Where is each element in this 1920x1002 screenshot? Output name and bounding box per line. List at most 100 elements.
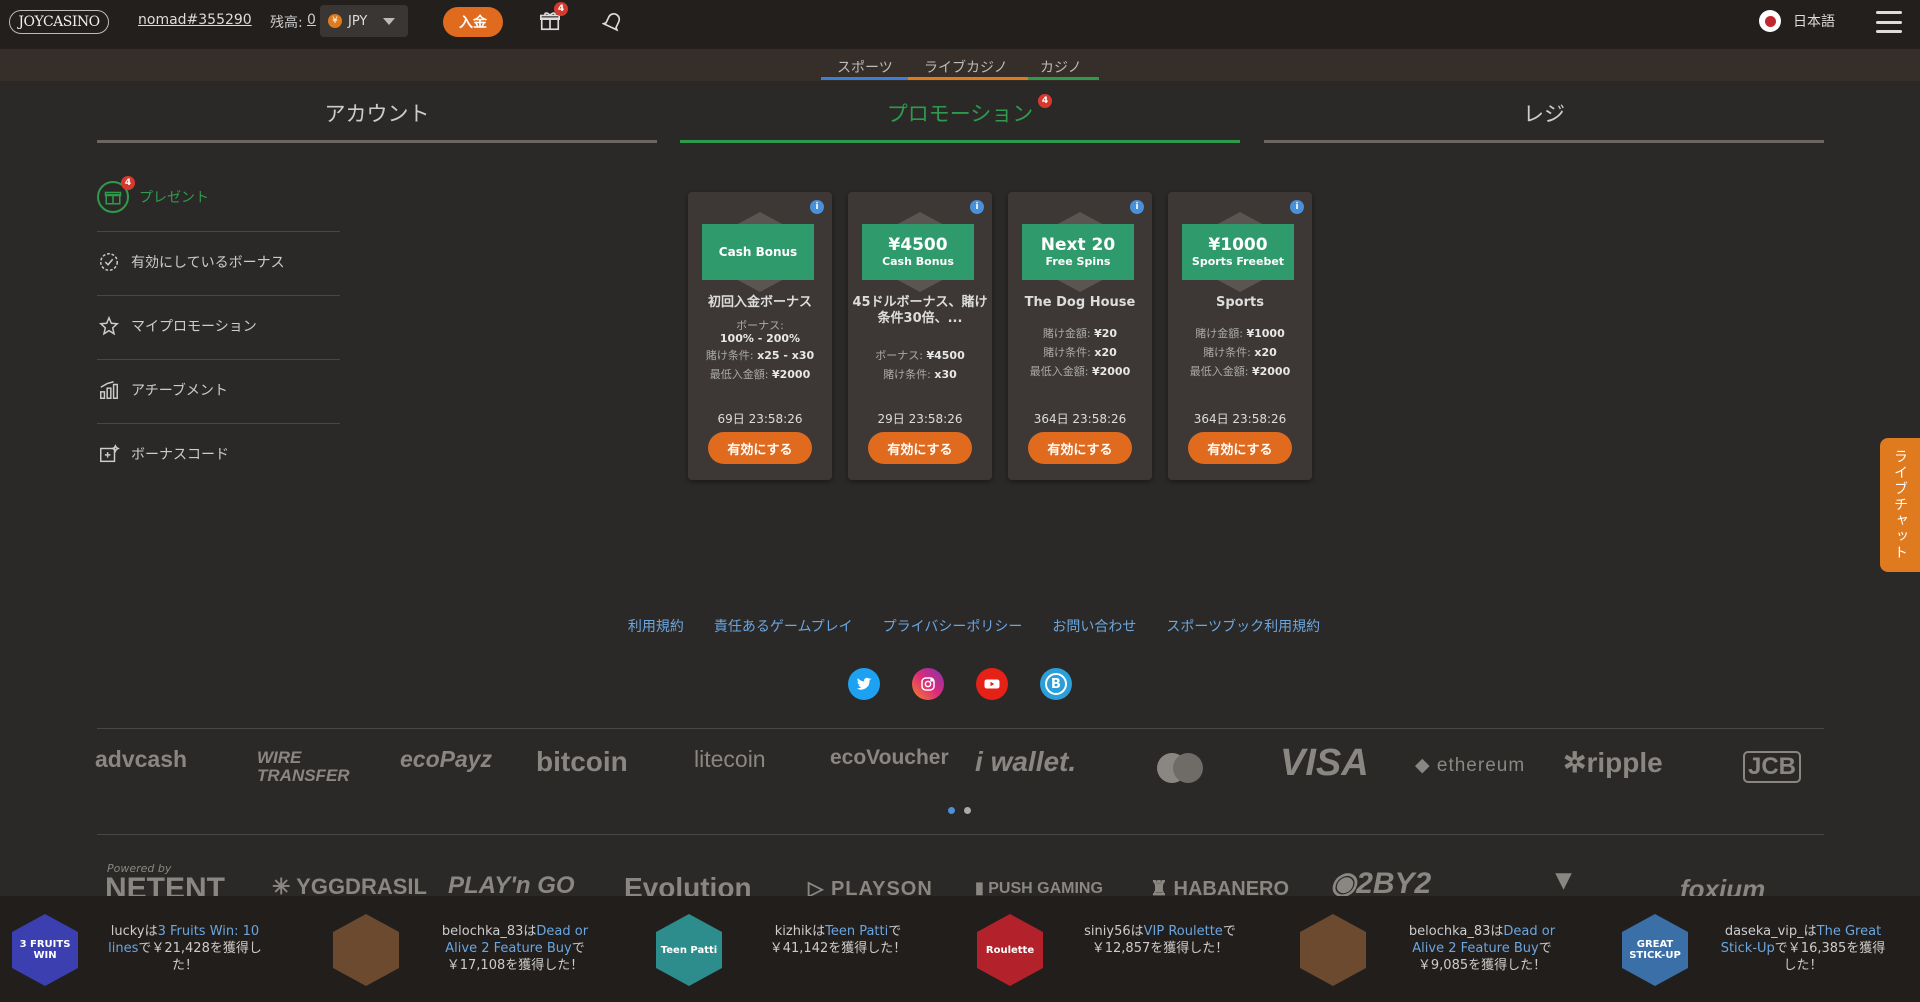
- twitter-icon[interactable]: [848, 668, 880, 700]
- ribbon-subtitle: Cash Bonus: [882, 255, 954, 268]
- info-icon[interactable]: i: [970, 200, 984, 214]
- gift-button[interactable]: 4: [537, 2, 568, 34]
- advcash-logo: advcash: [95, 746, 188, 772]
- gifts-badge: 4: [121, 176, 135, 190]
- winner-amount: で￥16,385を獲得した！: [1774, 941, 1886, 973]
- activate-button[interactable]: 有効にする: [1188, 432, 1292, 464]
- notifications-button[interactable]: [600, 8, 626, 34]
- detail-label: ボーナス:: [875, 349, 923, 362]
- ripple-text: ripple: [1586, 747, 1663, 778]
- subnav-underline-live-casino: [908, 77, 1028, 80]
- blog-icon[interactable]: B: [1040, 668, 1072, 700]
- activate-button[interactable]: 有効にする: [868, 432, 972, 464]
- sidebar-item-achievements[interactable]: アチーブメント: [97, 358, 340, 422]
- winner-game-link[interactable]: VIP Roulette: [1144, 924, 1223, 939]
- card-title: Sports: [1216, 295, 1264, 310]
- winner-particle: は: [1490, 924, 1504, 939]
- ribbon-title: ¥4500: [888, 235, 948, 255]
- yen-icon: ¥: [328, 14, 342, 28]
- footer-divider: [97, 834, 1824, 835]
- hamburger-menu-icon[interactable]: [1876, 11, 1902, 33]
- footer-link-responsible-gaming[interactable]: 責任あるゲームプレイ: [714, 616, 853, 636]
- card-ribbon: Cash Bonus: [702, 224, 814, 280]
- detail-value: x20: [1094, 346, 1117, 359]
- detail-label: 賭け条件:: [1203, 346, 1251, 359]
- username-link[interactable]: nomad#355290: [138, 12, 252, 28]
- detail-label: 賭け条件:: [705, 349, 754, 362]
- detail-value: ¥2000: [1091, 365, 1131, 378]
- promo-card: i Cash Bonus 初回入金ボーナス ボーナス: 100% - 200% …: [688, 192, 832, 480]
- language-selector[interactable]: 日本語: [1759, 10, 1835, 32]
- ethereum-logo: ◆ ethereum: [1415, 755, 1526, 776]
- carousel-dot-active[interactable]: [948, 807, 955, 814]
- currency-label: JPY: [348, 13, 368, 29]
- ribbon-subtitle: Cash Bonus: [718, 245, 798, 259]
- winner-entry: belochka_83はDead or Alive 2 Feature Buyで…: [430, 923, 600, 974]
- gift-icon: 4: [97, 176, 135, 213]
- winner-particle: は: [144, 924, 158, 939]
- detail-value: ¥2000: [1251, 365, 1291, 378]
- footer-link-terms[interactable]: 利用規約: [628, 616, 684, 636]
- ecopayz-logo: ecoPayz: [400, 746, 493, 772]
- subnav-underline-sports: [821, 77, 908, 80]
- game-thumbnail[interactable]: [333, 914, 399, 986]
- info-icon[interactable]: i: [810, 200, 824, 214]
- winner-game-link[interactable]: Teen Patti: [825, 924, 888, 939]
- detail-label: 最低入金額:: [1189, 365, 1249, 378]
- subnav-tab-sports[interactable]: スポーツ: [837, 57, 893, 77]
- game-thumbnail[interactable]: 3 FRUITS WIN: [12, 914, 78, 986]
- instagram-icon[interactable]: [912, 668, 944, 700]
- joycasino-logo[interactable]: JOYCASINO: [9, 10, 109, 34]
- footer-link-contact[interactable]: お問い合わせ: [1052, 616, 1136, 636]
- live-chat-tab[interactable]: ライブチャット: [1880, 438, 1920, 572]
- tab-cashier[interactable]: レジ: [1264, 98, 1824, 128]
- winner-username: siniy56: [1084, 924, 1131, 939]
- card-details: ボーナス: ¥4500 賭け条件: x30: [850, 346, 990, 384]
- winner-entry: belochka_83はDead or Alive 2 Feature Buyで…: [1397, 923, 1567, 974]
- subnav-tab-live-casino[interactable]: ライブカジノ: [924, 57, 1008, 77]
- carousel-dot[interactable]: [964, 807, 971, 814]
- detail-label: 最低入金額:: [1029, 365, 1089, 378]
- sidebar-item-bonus-code[interactable]: ボーナスコード: [97, 422, 340, 486]
- activate-button[interactable]: 有効にする: [1028, 432, 1132, 464]
- info-icon[interactable]: i: [1130, 200, 1144, 214]
- subnav-tab-casino[interactable]: カジノ: [1040, 57, 1082, 77]
- activate-button[interactable]: 有効にする: [708, 432, 812, 464]
- winner-username: kizhik: [774, 924, 813, 939]
- game-thumbnail[interactable]: GREAT STICK-UP: [1622, 914, 1688, 986]
- winner-particle: は: [812, 924, 826, 939]
- footer-link-privacy[interactable]: プライバシーポリシー: [883, 616, 1023, 636]
- card-title: 45ドルボーナス、賭け条件30倍、...: [852, 295, 988, 326]
- card-details: 賭け金額: ¥1000 賭け条件: x20 最低入金額: ¥2000: [1170, 324, 1310, 381]
- footer-divider: [97, 728, 1824, 729]
- card-details: ボーナス: 100% - 200% 賭け条件: x25 - x30 最低入金額:…: [690, 316, 830, 384]
- tab-promotions[interactable]: プロモーション: [680, 98, 1240, 128]
- promo-card: i Next 20 Free Spins The Dog House 賭け金額:…: [1008, 192, 1152, 480]
- detail-value: ¥4500: [926, 349, 965, 362]
- ribbon-subtitle: Sports Freebet: [1191, 255, 1285, 268]
- game-thumbnail[interactable]: Teen Patti: [656, 914, 722, 986]
- detail-value: 100% - 200%: [719, 332, 801, 345]
- currency-select[interactable]: ¥ JPY: [320, 5, 408, 37]
- info-icon[interactable]: i: [1290, 200, 1304, 214]
- youtube-icon[interactable]: [976, 668, 1008, 700]
- winner-particle: は: [523, 924, 537, 939]
- card-timer: 364日 23:58:26: [1033, 412, 1127, 426]
- balance-value[interactable]: 0: [307, 12, 316, 28]
- tab-account[interactable]: アカウント: [97, 98, 657, 128]
- tab-cashier-underline: [1264, 140, 1824, 143]
- sidebar-item-my-promotions[interactable]: マイプロモーション: [97, 294, 340, 358]
- promo-card: i ¥4500 Cash Bonus 45ドルボーナス、賭け条件30倍、... …: [848, 192, 992, 480]
- gift-badge: 4: [554, 2, 568, 16]
- footer-link-sportsbook-terms[interactable]: スポーツブック利用規約: [1166, 616, 1320, 636]
- jcb-logo: JCB: [1743, 751, 1802, 783]
- recent-winners-bar: 3 FRUITS WIN luckyは3 Fruits Win: 10 line…: [0, 896, 1920, 1002]
- litecoin-logo: litecoin: [694, 746, 766, 772]
- winner-amount: で￥21,428を獲得した！: [138, 941, 262, 973]
- deposit-button[interactable]: 入金: [443, 7, 503, 37]
- game-thumbnail[interactable]: Roulette: [977, 914, 1043, 986]
- detail-value: ¥2000: [771, 368, 811, 381]
- sidebar-item-gifts[interactable]: 4 プレゼント: [97, 165, 340, 229]
- sidebar-item-active-bonuses[interactable]: 有効にしているボーナス: [97, 230, 340, 294]
- game-thumbnail[interactable]: [1300, 914, 1366, 986]
